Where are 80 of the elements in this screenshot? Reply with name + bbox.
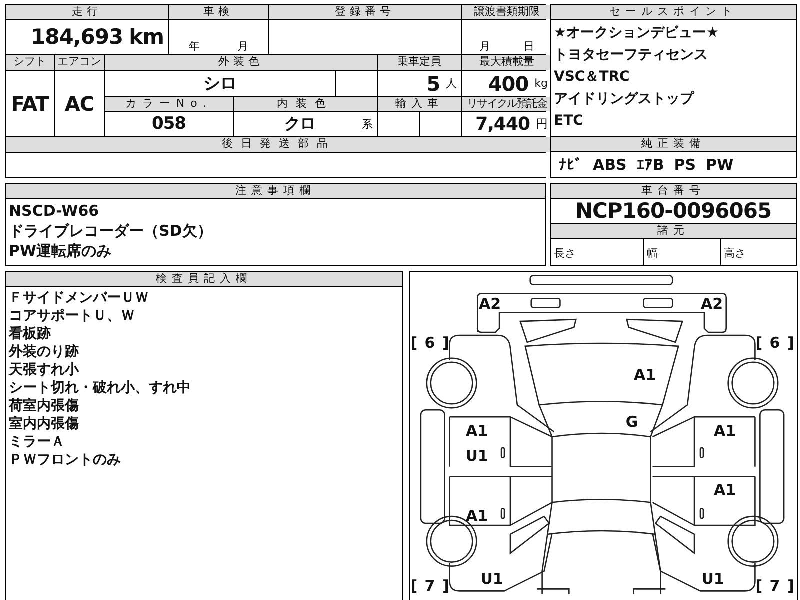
sale-point-text: VSC＆TRC [554, 68, 631, 87]
interior-color-label: 内装色 [234, 97, 377, 111]
aircon-label: エアコン [55, 55, 104, 70]
equipment-item: ABS [593, 156, 627, 174]
chassis-label: 車台番号 [551, 184, 796, 199]
damage-code: A1 [714, 481, 736, 499]
damage-code: U1 [702, 570, 724, 588]
capacity-label: 乗車定員 [378, 55, 461, 70]
max-load-unit: kg [534, 77, 548, 90]
color-number-label: カラーNo. [105, 97, 233, 111]
sale-point-text: ★オークションデビュー★ [554, 24, 720, 43]
damage-code: [ 7 ] [756, 577, 794, 595]
damage-code: A2 [700, 295, 724, 313]
equipment-label: 純正装備 [551, 136, 796, 152]
inspection-note: 天張すれ小 [9, 361, 80, 379]
year-unit: 年 [188, 39, 200, 54]
later-parts-label: 後日発送部品 [6, 137, 552, 152]
spec-label: 長さ [553, 246, 577, 262]
inspection-note: ＰＷフロントのみ [9, 451, 122, 469]
recycle-fee-label: リサイクル預託金 [462, 97, 552, 111]
sale-point-text: アイドリングストップ [554, 90, 696, 109]
inspection-note: 看板跡 [9, 325, 52, 343]
interior-color-value: クロ [284, 114, 316, 134]
damage-code: U1 [466, 447, 488, 465]
exterior-color-label: 外装色 [105, 55, 377, 70]
equipment-item: ｴｱB [636, 156, 664, 174]
damage-code: A2 [478, 295, 502, 313]
equipment-item: ﾅﾋﾞ [559, 156, 583, 174]
import-label: 輸入車 [378, 97, 461, 111]
equipment-item: PW [706, 156, 734, 174]
damage-code: A1 [466, 507, 488, 525]
damage-code: [ 6 ] [410, 334, 450, 352]
aircon-value: AC [64, 92, 94, 116]
max-load-label: 最大積載量 [462, 55, 552, 70]
damage-code: [ 6 ] [756, 334, 794, 352]
shift-value: FAT [11, 92, 49, 116]
inspector-label: 検査員記入欄 [6, 272, 402, 287]
exterior-color-value: シロ [204, 73, 236, 95]
damage-code: A1 [466, 422, 488, 440]
capacity-unit: 人 [446, 76, 457, 91]
damage-code: A1 [714, 422, 736, 440]
color-number-value: 058 [152, 114, 186, 134]
inspection-note: 荷室内張傷 [9, 397, 80, 415]
inspection-note: 室内内張傷 [9, 415, 80, 433]
month-unit: 月 [480, 39, 490, 54]
recycle-fee-unit: 円 [536, 116, 548, 132]
sale-point-text: ETC [554, 112, 584, 131]
sale-point-text: トヨタセーフティセンス [554, 46, 709, 65]
inspection-note: シート切れ・破れ小、すれ中 [9, 379, 192, 397]
sale-points-label: セールスポイント [551, 5, 796, 20]
day-unit: 日 [524, 39, 534, 54]
chassis-number: NCP160-0096065 [574, 199, 773, 223]
mileage-label: 走行 [6, 5, 168, 19]
registration-label: 登録番号 [269, 5, 461, 19]
note-text: ドライブレコーダー（SD欠） [9, 221, 214, 241]
mileage-unit: km [129, 25, 164, 49]
inspection-note: ＦサイドメンバーＵＷ [9, 289, 150, 307]
mileage-value: 184,693 [30, 25, 124, 49]
inspection-note: コアサポートＵ、Ｗ [9, 307, 136, 325]
inspection-label: 車検 [169, 5, 268, 19]
damage-code: U1 [480, 570, 504, 588]
inspection-note: 外装のり跡 [9, 343, 80, 361]
note-text: PW運転席のみ [9, 241, 113, 261]
note-text: NSCD-W66 [9, 201, 100, 221]
recycle-fee-value: 7,440 [476, 114, 530, 134]
shift-label: シフト [6, 55, 54, 70]
damage-code: [ 7 ] [410, 577, 450, 595]
damage-code: A1 [634, 366, 656, 384]
capacity-value: 5 [426, 72, 440, 96]
inspection-note: ミラーＡ [9, 433, 66, 451]
transfer-deadline-label: 譲渡書類期限 [462, 5, 552, 19]
spec-label: 幅 [643, 239, 720, 265]
max-load-value: 400 [488, 72, 529, 96]
interior-color-unit: 系 [362, 116, 373, 132]
spec-label: 高さ [720, 239, 796, 265]
notes-label: 注意事項欄 [6, 184, 545, 199]
equipment-item: PS [674, 156, 696, 174]
specs-label: 諸元 [551, 223, 796, 239]
month-unit: 月 [237, 39, 248, 54]
damage-code: G [626, 413, 638, 431]
